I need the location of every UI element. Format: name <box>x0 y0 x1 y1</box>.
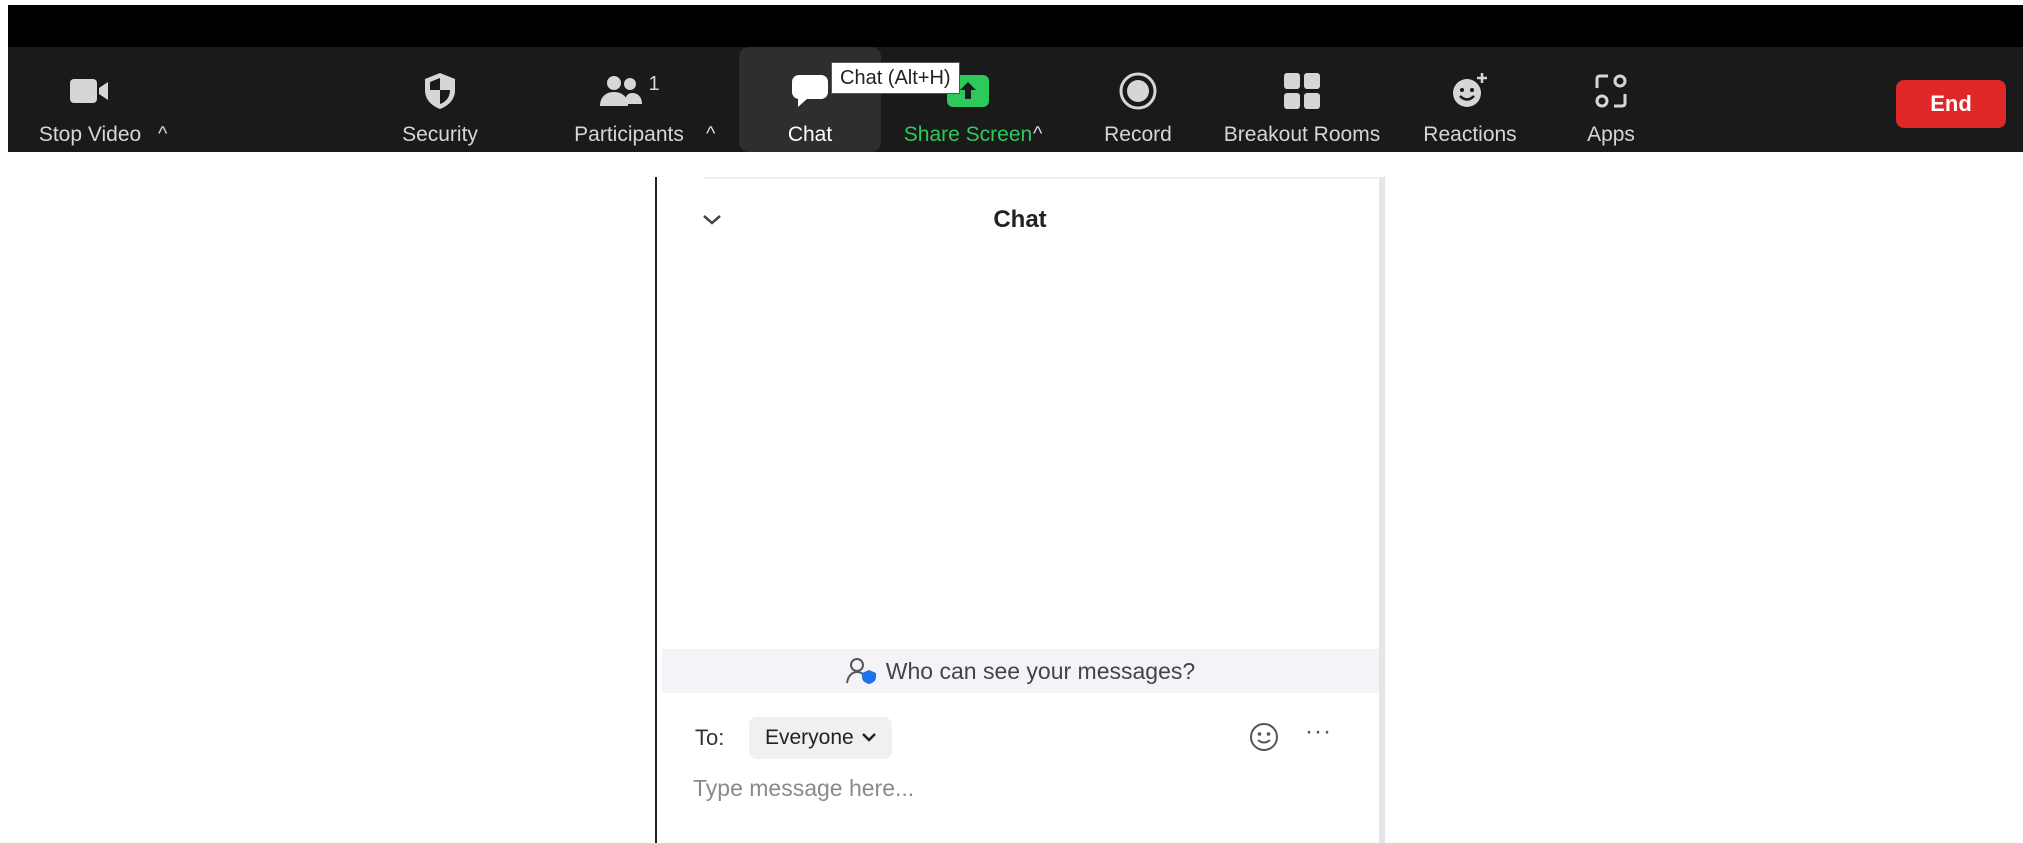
participants-label: Participants <box>574 123 684 146</box>
to-label: To: <box>695 725 725 750</box>
reactions-icon <box>1450 69 1490 113</box>
emoji-icon[interactable] <box>1249 722 1279 752</box>
security-button[interactable]: Security <box>388 47 492 152</box>
video-options-caret[interactable]: ^ <box>158 123 167 146</box>
message-input[interactable] <box>693 770 1333 806</box>
more-icon[interactable]: ··· <box>1305 718 1332 746</box>
recipient-dropdown[interactable]: Everyone <box>749 717 892 759</box>
record-label: Record <box>1104 123 1172 146</box>
shield-icon <box>423 69 457 113</box>
video-camera-icon <box>70 69 110 113</box>
apps-button[interactable]: Apps <box>1568 47 1654 152</box>
apps-label: Apps <box>1587 123 1635 146</box>
chat-panel-title: Chat <box>993 206 1047 233</box>
share-screen-label: Share Screen <box>903 123 1033 146</box>
participants-count: 1 <box>648 72 660 95</box>
breakout-rooms-icon <box>1283 69 1321 113</box>
participants-options-caret[interactable]: ^ <box>706 123 715 146</box>
chat-label: Chat <box>787 123 833 146</box>
chevron-down-icon <box>861 729 876 747</box>
stop-video-button[interactable]: Stop Video <box>30 47 150 152</box>
chevron-down-icon[interactable] <box>700 208 724 232</box>
who-can-see-label: Who can see your messages? <box>885 657 1196 684</box>
participants-icon <box>600 76 643 106</box>
end-meeting-button[interactable]: End <box>1896 80 2006 128</box>
apps-icon <box>1594 69 1628 113</box>
window-top-strip <box>8 5 2023 47</box>
record-icon <box>1119 69 1157 113</box>
breakout-rooms-label: Breakout Rooms <box>1223 123 1381 146</box>
who-can-see-messages[interactable]: Who can see your messages? <box>662 649 1379 693</box>
meeting-toolbar: Stop Video ^ Security 1 Participants ^ C… <box>8 47 2023 152</box>
privacy-icon <box>845 658 876 684</box>
chat-tooltip: Chat (Alt+H) <box>831 62 960 94</box>
breakout-rooms-button[interactable]: Breakout Rooms <box>1214 47 1390 152</box>
share-options-caret[interactable]: ^ <box>1033 123 1042 146</box>
reactions-button[interactable]: Reactions <box>1412 47 1528 152</box>
participants-icon-wrap: 1 <box>598 69 660 113</box>
record-button[interactable]: Record <box>1088 47 1188 152</box>
participants-button[interactable]: 1 Participants <box>562 47 696 152</box>
recipient-value: Everyone <box>765 726 854 749</box>
reactions-label: Reactions <box>1423 123 1517 146</box>
security-label: Security <box>402 123 478 146</box>
stop-video-label: Stop Video <box>38 123 142 146</box>
panel-top-border <box>703 177 1379 179</box>
chat-bubble-icon <box>790 69 830 113</box>
